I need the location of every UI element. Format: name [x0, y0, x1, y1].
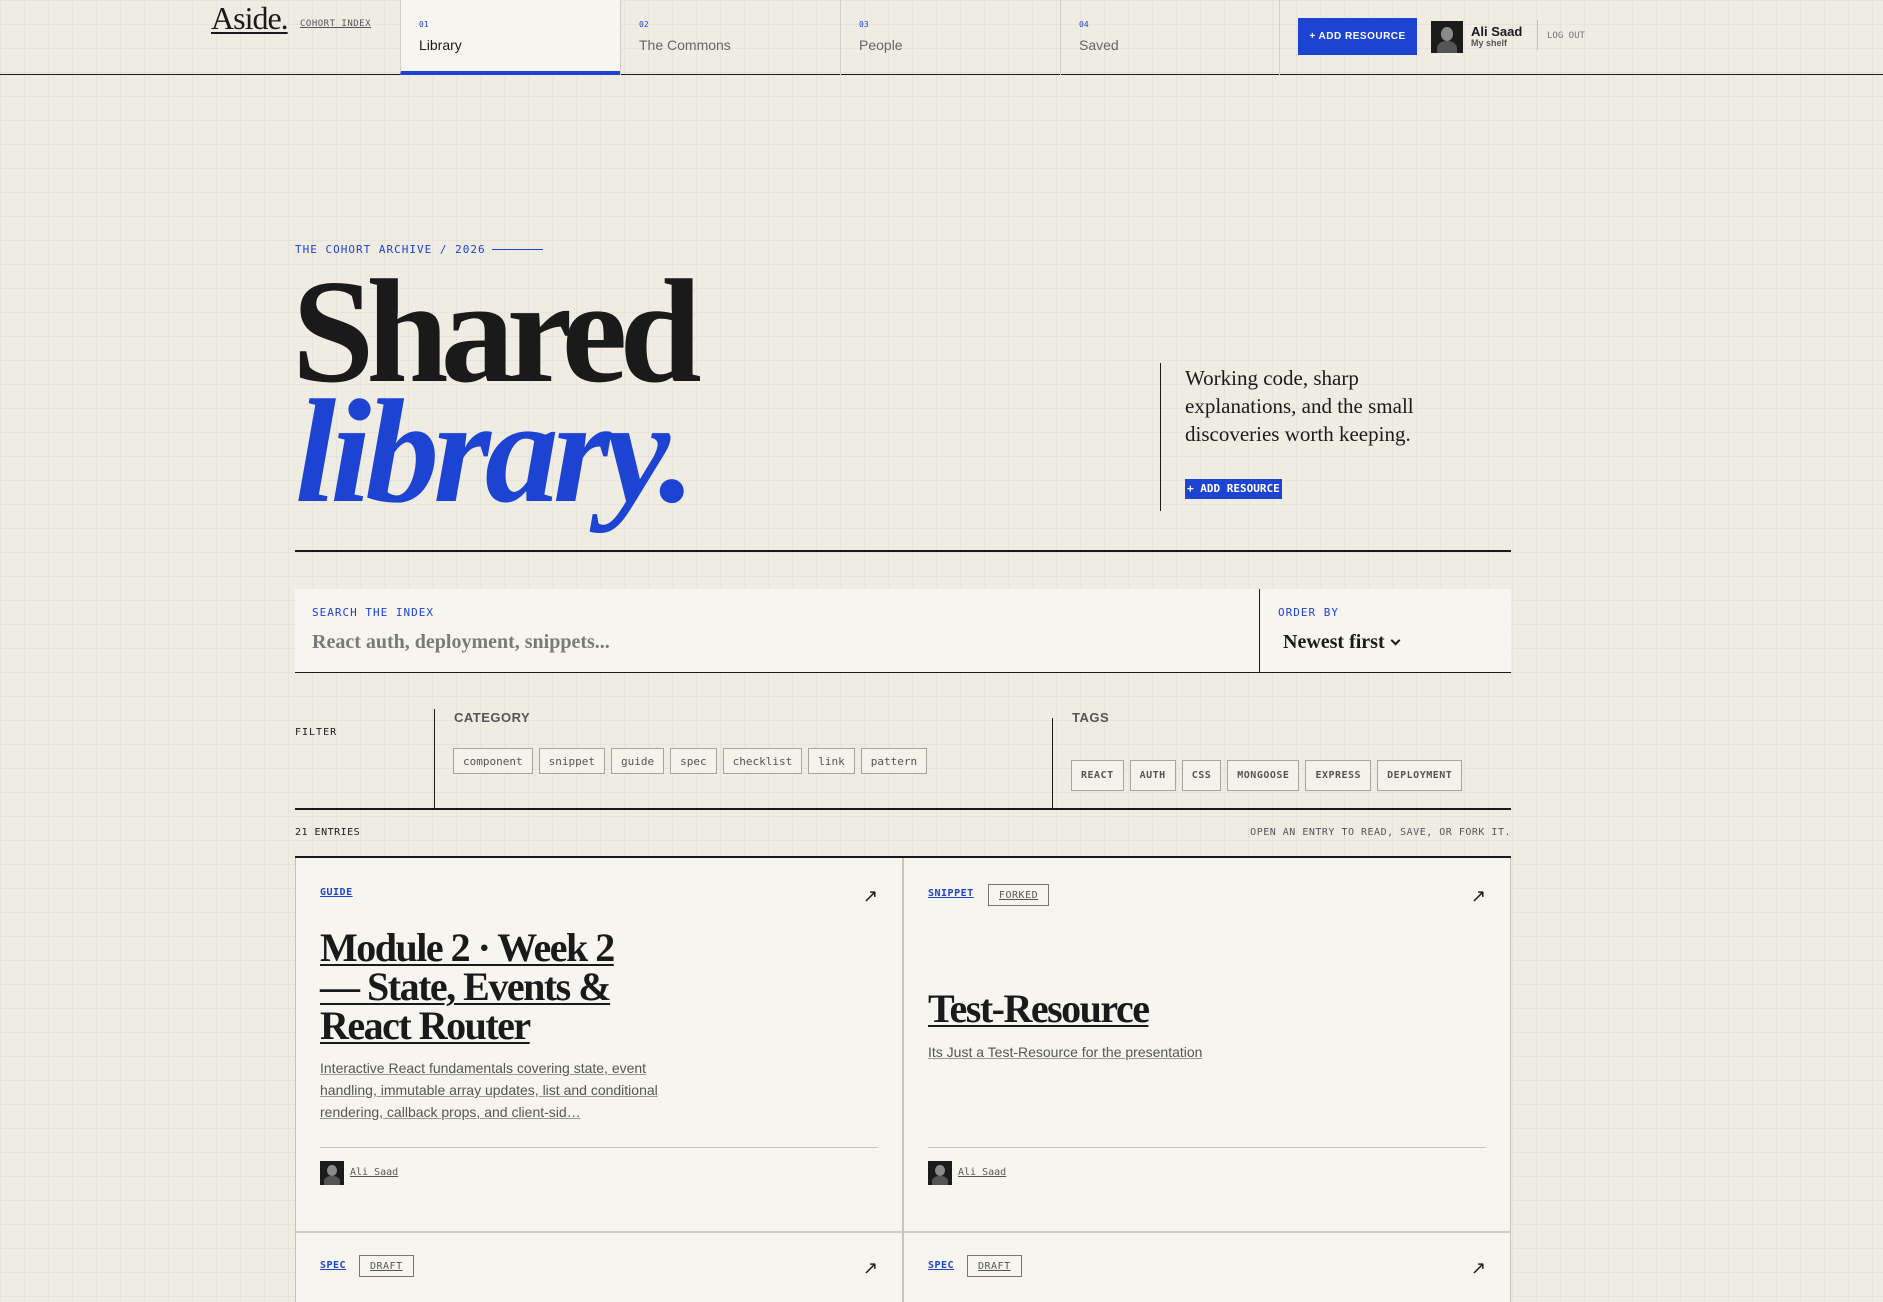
- filter-rule: [295, 808, 1511, 810]
- cohort-index-link[interactable]: COHORT INDEX: [300, 19, 371, 29]
- divider: [1537, 20, 1538, 50]
- tag-chip[interactable]: MONGOOSE: [1227, 760, 1300, 791]
- tag-chip[interactable]: CSS: [1181, 760, 1222, 791]
- tab-label: People: [859, 37, 903, 53]
- tag-chip[interactable]: EXPRESS: [1305, 760, 1372, 791]
- tab-saved[interactable]: 04 Saved: [1060, 0, 1280, 75]
- tab-label: Library: [419, 37, 462, 53]
- draft-badge: DRAFT: [359, 1255, 414, 1277]
- tags-label: TAGS: [1072, 710, 1110, 725]
- user-name[interactable]: Ali Saad: [1471, 24, 1522, 39]
- filter-label: FILTER: [295, 727, 338, 738]
- entries-count: 21 ENTRIES: [295, 827, 361, 838]
- arrow-up-right-icon[interactable]: ↗: [1471, 1258, 1486, 1279]
- chevron-down-icon: [1390, 635, 1401, 646]
- add-resource-button[interactable]: + ADD RESOURCE: [1298, 18, 1417, 55]
- forked-badge: FORKED: [988, 884, 1050, 906]
- hero-divider: [1160, 363, 1161, 511]
- order-by-value: Newest first: [1283, 631, 1385, 653]
- logout-link[interactable]: LOG OUT: [1547, 31, 1585, 41]
- tab-number: 01: [419, 20, 429, 29]
- category-chip[interactable]: spec: [670, 748, 717, 774]
- tab-label: Saved: [1079, 37, 1119, 53]
- author-avatar[interactable]: [320, 1161, 344, 1185]
- card-description[interactable]: Interactive React fundamentals covering …: [320, 1057, 660, 1123]
- filter-divider: [434, 709, 435, 809]
- tab-library[interactable]: 01 Library: [400, 0, 620, 75]
- filter-divider: [1052, 718, 1053, 809]
- user-avatar[interactable]: [1431, 21, 1463, 53]
- arrow-up-right-icon[interactable]: ↗: [1471, 886, 1486, 907]
- resource-card[interactable]: SNIPPET FORKED ↗ Test-Resource Its Just …: [903, 858, 1511, 1233]
- card-title[interactable]: Test-Resource: [928, 989, 1428, 1029]
- resource-card[interactable]: GUIDE ↗ Module 2 · Week 2 — State, Event…: [295, 858, 903, 1233]
- arrow-up-right-icon[interactable]: ↗: [863, 1258, 878, 1279]
- category-chip[interactable]: link: [808, 748, 855, 774]
- tab-label: The Commons: [639, 37, 731, 53]
- category-chip[interactable]: guide: [610, 748, 665, 774]
- category-chips: component snippet guide spec checklist l…: [453, 748, 928, 774]
- tag-chip[interactable]: REACT: [1071, 760, 1124, 791]
- my-shelf-link[interactable]: My shelf: [1471, 38, 1507, 48]
- order-by-label: ORDER BY: [1278, 606, 1339, 619]
- tab-the-commons[interactable]: 02 The Commons: [620, 0, 840, 75]
- category-chip[interactable]: component: [453, 748, 533, 774]
- tab-number: 02: [639, 20, 649, 29]
- card-description[interactable]: Its Just a Test-Resource for the present…: [928, 1041, 1428, 1063]
- tab-people[interactable]: 03 People: [840, 0, 1060, 75]
- entries-hint: OPEN AN ENTRY TO READ, SAVE, OR FORK IT.: [1250, 827, 1511, 838]
- search-divider: [1259, 589, 1260, 673]
- card-author[interactable]: Ali Saad: [350, 1167, 398, 1178]
- card-title[interactable]: Module 2 · Week 2 — State, Events & Reac…: [320, 928, 650, 1046]
- category-chip[interactable]: pattern: [860, 748, 928, 774]
- card-rule: [928, 1147, 1486, 1148]
- card-category[interactable]: SPEC: [928, 1260, 954, 1271]
- card-category[interactable]: GUIDE: [320, 887, 353, 898]
- page-title-line2: library.: [295, 370, 696, 534]
- card-category[interactable]: SPEC: [320, 1260, 346, 1271]
- tag-chip[interactable]: AUTH: [1129, 760, 1176, 791]
- tag-chips: REACT AUTH CSS MONGOOSE EXPRESS DEPLOYME…: [1071, 760, 1463, 791]
- card-category[interactable]: SNIPPET: [928, 888, 974, 899]
- draft-badge: DRAFT: [967, 1255, 1022, 1277]
- category-label: CATEGORY: [454, 710, 531, 725]
- author-avatar[interactable]: [928, 1161, 952, 1185]
- hero-add-resource-button[interactable]: + ADD RESOURCE: [1185, 479, 1282, 499]
- category-chip[interactable]: checklist: [722, 748, 803, 774]
- arrow-up-right-icon[interactable]: ↗: [863, 886, 878, 907]
- hero-rule: [295, 550, 1511, 552]
- logo[interactable]: Aside.: [211, 0, 289, 37]
- search-label: SEARCH THE INDEX: [312, 606, 434, 619]
- card-rule: [320, 1147, 878, 1148]
- tab-number: 04: [1079, 20, 1089, 29]
- card-author[interactable]: Ali Saad: [958, 1167, 1006, 1178]
- top-nav-bar: Aside. COHORT INDEX 01 Library 02 The Co…: [0, 0, 1883, 75]
- search-input[interactable]: [312, 627, 1232, 657]
- search-panel: SEARCH THE INDEX ORDER BY Newest first: [295, 589, 1511, 673]
- tag-chip[interactable]: DEPLOYMENT: [1377, 760, 1463, 791]
- order-by-select[interactable]: Newest first: [1283, 631, 1401, 654]
- tab-number: 03: [859, 20, 869, 29]
- category-chip[interactable]: snippet: [538, 748, 605, 774]
- hero-description: Working code, sharp explanations, and th…: [1185, 366, 1414, 446]
- resource-card[interactable]: SPEC DRAFT ↗: [903, 1233, 1511, 1302]
- resource-card[interactable]: SPEC DRAFT ↗: [295, 1233, 903, 1302]
